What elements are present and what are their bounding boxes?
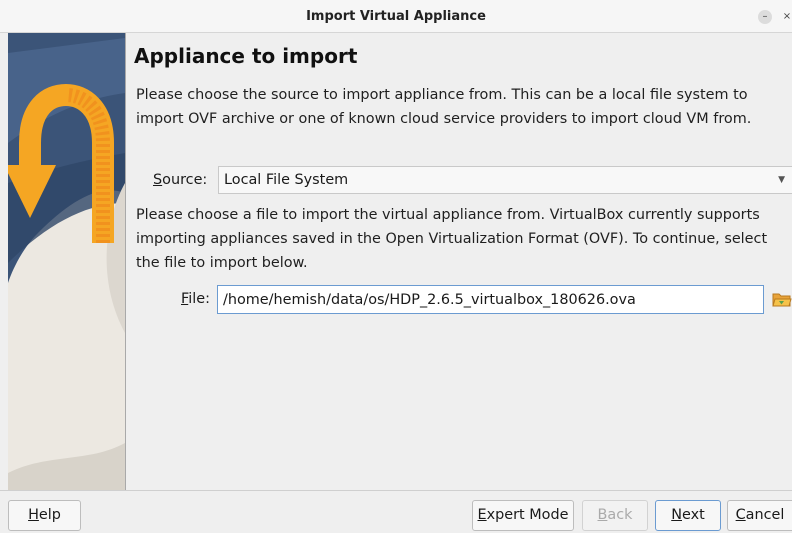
source-label-text: ource: [162, 172, 208, 188]
next-mnemonic: N [671, 507, 682, 523]
window-title: Import Virtual Appliance [306, 9, 486, 24]
folder-open-icon[interactable] [771, 288, 792, 310]
close-button[interactable]: × [780, 10, 792, 24]
file-label-text: ile: [188, 291, 210, 307]
file-label: File: [181, 289, 210, 309]
cancel-button[interactable]: Cancel [727, 500, 792, 531]
expert-mode-button[interactable]: Expert Mode [472, 500, 574, 531]
appliance-banner-image [8, 33, 125, 490]
expert-mnemonic: E [477, 507, 487, 523]
chevron-down-icon: ▼ [778, 175, 785, 185]
source-dropdown[interactable]: Local File System ▼ [218, 166, 792, 194]
banner-divider [125, 33, 126, 490]
file-path-input[interactable] [217, 285, 764, 314]
source-label: Source: [153, 170, 207, 190]
back-label: ack [607, 507, 633, 523]
back-mnemonic: B [597, 507, 608, 523]
file-instructions: Please choose a file to import the virtu… [136, 207, 768, 271]
page-title: Appliance to import [134, 44, 358, 68]
button-bar-divider [0, 490, 792, 491]
source-label-mnemonic: S [153, 172, 163, 188]
back-button[interactable]: Back [582, 500, 648, 531]
expert-label: xpert Mode [486, 507, 569, 523]
source-dropdown-value: Local File System [224, 172, 349, 188]
cancel-label: ancel [745, 507, 785, 523]
next-label: ext [682, 507, 705, 523]
intro-text: Please choose the source to import appli… [136, 87, 752, 127]
cancel-mnemonic: C [735, 507, 746, 523]
minimize-button[interactable]: – [758, 10, 772, 24]
next-button[interactable]: Next [655, 500, 721, 531]
help-button[interactable]: Help [8, 500, 81, 531]
title-bar: Import Virtual Appliance – × [0, 0, 792, 33]
help-mnemonic: H [28, 507, 39, 523]
help-label: elp [38, 507, 61, 523]
